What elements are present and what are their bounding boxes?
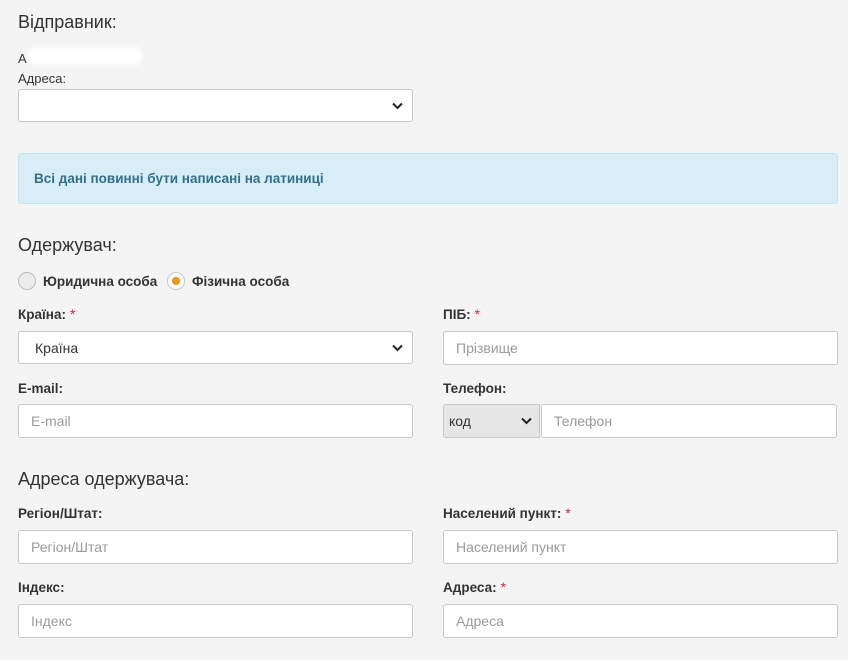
phone-code-value: код <box>449 413 471 429</box>
postcode-label-text: Індекс: <box>18 580 65 595</box>
postcode-placeholder: Індекс <box>31 613 72 629</box>
radio-button-unchecked[interactable] <box>18 272 36 290</box>
required-mark: * <box>565 506 571 521</box>
city-label: Населений пункт: * <box>443 506 571 521</box>
email-label-text: E-mail: <box>18 381 64 396</box>
recipient-address-heading: Адреса одержувача: <box>18 469 190 489</box>
surname-input[interactable]: Прізвище <box>443 331 838 365</box>
country-select[interactable]: Країна <box>18 331 413 364</box>
email-placeholder: E-mail <box>31 413 71 429</box>
city-input[interactable]: Населений пункт <box>443 530 838 564</box>
required-mark: * <box>474 307 480 322</box>
radio-legal-entity[interactable]: Юридична особа <box>18 272 157 290</box>
full-name-label-text: ПІБ: <box>443 307 471 322</box>
email-label: E-mail: <box>18 381 63 396</box>
address-label-text: Адреса: <box>443 580 497 595</box>
required-mark: * <box>69 307 76 322</box>
chevron-down-icon <box>390 99 404 113</box>
radio-individual[interactable]: Фізична особа <box>167 272 289 290</box>
radio-individual-label: Фізична особа <box>192 273 290 289</box>
chevron-down-icon <box>390 341 404 355</box>
surname-placeholder: Прізвище <box>456 340 518 356</box>
region-label: Регіон/Штат: <box>18 506 103 521</box>
phone-code-select[interactable]: код <box>443 404 540 438</box>
postcode-label: Індекс: <box>18 580 65 595</box>
region-placeholder: Регіон/Штат <box>31 539 109 555</box>
latin-notice-alert: Всі дані повинні бути написані на латини… <box>18 153 838 204</box>
alert-text: Всі дані повинні бути написані на латини… <box>34 171 324 186</box>
region-input[interactable]: Регіон/Штат <box>18 530 413 564</box>
city-placeholder: Населений пункт <box>456 539 567 555</box>
postcode-input[interactable]: Індекс <box>18 604 413 638</box>
city-label-text: Населений пункт: <box>443 506 562 521</box>
chevron-down-icon <box>519 414 533 428</box>
required-mark: * <box>500 580 506 595</box>
region-label-text: Регіон/Штат: <box>18 506 103 521</box>
redacted-sender-address <box>60 93 350 117</box>
country-label: Країна: * <box>18 307 75 322</box>
radio-legal-entity-label: Юридична особа <box>43 273 158 289</box>
phone-input[interactable]: Телефон <box>541 404 837 438</box>
full-name-label: ПІБ: * <box>443 307 480 322</box>
phone-label-text: Телефон: <box>443 381 507 396</box>
country-select-value: Країна <box>35 339 79 356</box>
sender-name-prefix: A <box>18 51 27 66</box>
country-label-text: Країна: <box>18 307 66 322</box>
phone-label: Телефон: <box>443 381 507 396</box>
recipient-heading: Одержувач: <box>18 235 117 255</box>
redacted-sender-name <box>28 47 142 65</box>
radio-button-checked[interactable] <box>167 272 185 290</box>
email-input[interactable]: E-mail <box>18 404 413 438</box>
address-placeholder: Адреса <box>456 613 504 629</box>
sender-heading: Відправник: <box>18 12 117 32</box>
address-input[interactable]: Адреса <box>443 604 838 638</box>
address-label: Адреса: * <box>443 580 506 595</box>
phone-placeholder: Телефон <box>554 413 613 429</box>
sender-address-label: Адреса: <box>18 71 67 86</box>
